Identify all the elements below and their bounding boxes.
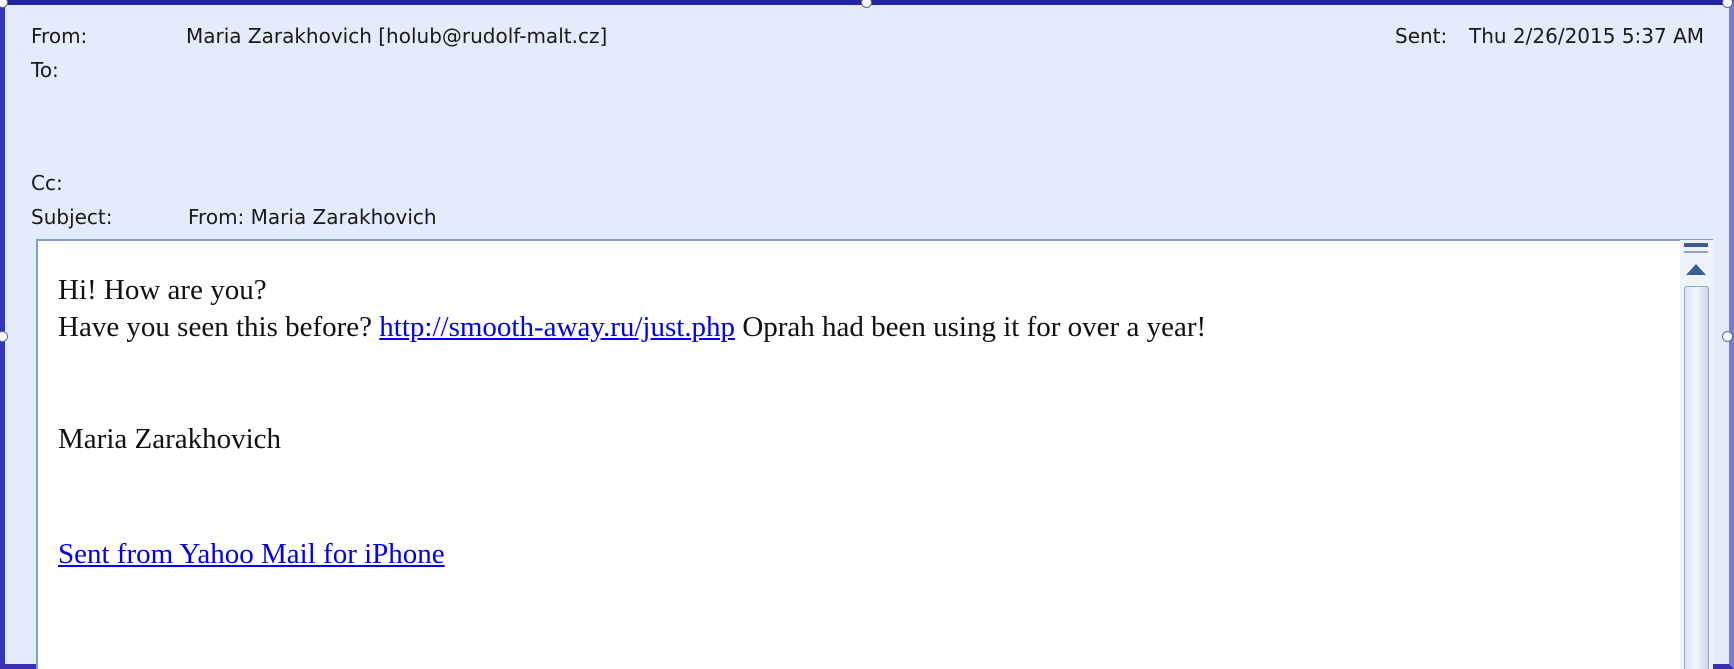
message-line-2: Have you seen this before? http://smooth…	[58, 311, 1206, 344]
resize-handle-top-left[interactable]	[0, 0, 8, 8]
sent-value: Thu 2/26/2015 5:37 AM	[1469, 24, 1705, 48]
resize-handle-right[interactable]	[1722, 331, 1733, 342]
message-signature: Maria Zarakhovich	[58, 423, 282, 455]
resize-handle-top-right[interactable]	[1722, 0, 1733, 8]
sent-label: Sent:	[1395, 24, 1448, 48]
message-text-before-link: Have you seen this before?	[58, 311, 380, 343]
resize-handle-left[interactable]	[0, 331, 8, 342]
vertical-scrollbar[interactable]	[1680, 240, 1713, 669]
subject-value: From: Maria Zarakhovich	[188, 205, 437, 229]
message-greeting: Hi! How are you?	[58, 274, 267, 306]
message-footer: Sent from Yahoo Mail for iPhone	[58, 538, 445, 571]
from-label: From:	[31, 24, 88, 48]
subject-label: Subject:	[31, 205, 113, 229]
message-body[interactable]: Hi! How are you? Have you seen this befo…	[36, 239, 1713, 669]
from-value[interactable]: Maria Zarakhovich [holub@rudolf-malt.cz]	[186, 24, 607, 48]
message-text-after-link: Oprah had been using it for over a year!	[735, 311, 1207, 343]
cc-label: Cc:	[31, 171, 63, 195]
resize-handle-top[interactable]	[861, 0, 872, 8]
yahoo-mail-footer-link[interactable]: Sent from Yahoo Mail for iPhone	[58, 538, 445, 570]
scroll-up-arrow-icon[interactable]	[1686, 264, 1706, 275]
scrollbar-top-bar-icon[interactable]	[1684, 243, 1708, 253]
scrollbar-thumb[interactable]	[1684, 286, 1709, 669]
to-label: To:	[31, 58, 59, 82]
suspicious-link[interactable]: http://smooth-away.ru/just.php	[379, 311, 735, 343]
email-reading-pane: From: Maria Zarakhovich [holub@rudolf-ma…	[0, 0, 1734, 669]
